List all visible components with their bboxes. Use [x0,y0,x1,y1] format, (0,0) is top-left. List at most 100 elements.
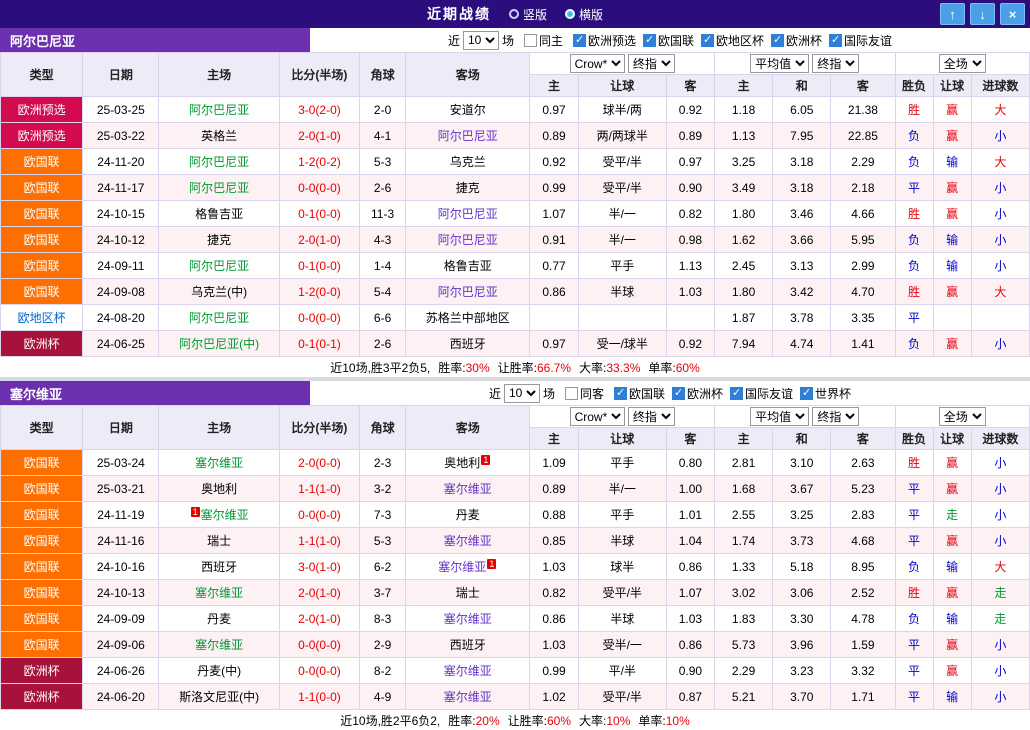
competition-checkbox[interactable] [701,34,714,47]
average-odds-select[interactable]: 平均值 [750,407,809,426]
scope-select[interactable]: 全场 [939,54,986,73]
competition-type: 欧国联 [1,253,83,279]
same-venue-filter[interactable]: 同客 [558,385,604,402]
handicap-away-odds: 0.86 [666,554,714,580]
competition-checkbox[interactable] [800,387,813,400]
avg-home-odds: 1.18 [715,97,773,123]
handicap-home-odds: 0.91 [530,227,578,253]
move-down-button[interactable]: ↓ [970,3,995,25]
score: 2-0(1-0) [279,123,359,149]
result-goals [971,305,1029,331]
scope-select[interactable]: 全场 [939,407,986,426]
red-card-badge: 1 [481,455,490,465]
competition-checkbox[interactable] [771,34,784,47]
competition-filter[interactable]: 国际友谊 [822,32,892,49]
away-team: 安道尔 [406,97,530,123]
competition-filter[interactable]: 欧洲杯 [665,385,723,402]
corner-score: 2-3 [360,450,406,476]
col-euro-home: 主 [715,75,773,97]
away-team-name: 塞尔维亚 [444,690,492,704]
handicap-home-odds: 0.99 [530,175,578,201]
avg-draw-odds: 3.06 [773,580,831,606]
handicap-home-odds: 1.02 [530,684,578,710]
score: 3-0(1-0) [279,554,359,580]
move-up-button[interactable]: ↑ [940,3,965,25]
panel-title: 近期战绩 [427,4,491,24]
competition-filter[interactable]: 欧国联 [607,385,665,402]
away-team-name: 乌克兰 [450,155,486,169]
avg-draw-odds: 3.23 [773,658,831,684]
results-table: 类型 日期 主场 比分(半场) 角球 客场 Crow* 终指 平均值 终指 全场 [0,52,1030,357]
away-team: 西班牙 [406,331,530,357]
handicap-line: 平/半 [578,658,666,684]
competition-checkbox[interactable] [829,34,842,47]
avg-home-odds: 3.02 [715,580,773,606]
competition-checkbox[interactable] [730,387,743,400]
handicap-line: 半球 [578,528,666,554]
handicap-line: 球半/两 [578,97,666,123]
layout-radio-horizontal[interactable]: 横版 [565,6,603,23]
result-handicap: 输 [933,149,971,175]
competition-label: 欧洲杯 [786,32,822,49]
summary-stat: 大率:33.3% [579,359,640,376]
odds-stage-select[interactable]: 终指 [628,407,675,426]
odds-stage-select[interactable]: 终指 [628,54,675,73]
result-handicap: 赢 [933,450,971,476]
filter-bar: 近 10 场 同主 欧洲预选欧国联欧地区杯欧洲杯国际友谊 [310,28,1030,52]
recent-count-select[interactable]: 10 [504,384,540,403]
average-odds-select[interactable]: 平均值 [750,54,809,73]
summary-stat-value: 33.3% [606,361,640,375]
avg-away-odds: 2.29 [831,149,895,175]
match-row: 欧国联24-09-11阿尔巴尼亚0-1(0-0)1-4格鲁吉亚0.77平手1.1… [1,253,1030,279]
col-asian-away: 客 [666,75,714,97]
same-venue-checkbox[interactable] [565,387,578,400]
competition-checkbox[interactable] [643,34,656,47]
competition-type: 欧洲杯 [1,658,83,684]
recent-count-select[interactable]: 10 [463,31,499,50]
competition-filter[interactable]: 欧洲预选 [566,32,636,49]
competition-filter[interactable]: 国际友谊 [723,385,793,402]
competition-checkbox[interactable] [672,387,685,400]
result-goals: 小 [971,450,1029,476]
handicap-line: 受平/半 [578,684,666,710]
same-venue-checkbox[interactable] [524,34,537,47]
competition-filter[interactable]: 欧地区杯 [694,32,764,49]
competition-checkbox[interactable] [614,387,627,400]
avg-away-odds: 1.41 [831,331,895,357]
competition-checkbox[interactable] [573,34,586,47]
competition-label: 欧国联 [629,385,665,402]
corner-score: 4-1 [360,123,406,149]
competition-filter[interactable]: 欧国联 [636,32,694,49]
summary-stat: 大率:10% [579,712,630,729]
away-team-name: 瑞士 [456,586,480,600]
home-team: 格鲁吉亚 [159,201,279,227]
result-handicap: 赢 [933,331,971,357]
same-venue-filter[interactable]: 同主 [517,32,563,49]
summary-stat-label: 让胜率: [498,361,537,375]
home-team: 丹麦 [159,606,279,632]
odds-provider-select[interactable]: Crow* [570,407,625,426]
result-wdl: 负 [895,149,933,175]
handicap-line: 球半 [578,554,666,580]
result-wdl: 平 [895,528,933,554]
layout-radio-vertical[interactable]: 竖版 [509,6,547,23]
result-wdl: 平 [895,658,933,684]
average-stage-select[interactable]: 终指 [812,54,859,73]
result-handicap: 输 [933,684,971,710]
col-score: 比分(半场) [279,406,359,450]
result-wdl: 负 [895,227,933,253]
competition-filter[interactable]: 世界杯 [793,385,851,402]
average-stage-select[interactable]: 终指 [812,407,859,426]
avg-away-odds: 2.83 [831,502,895,528]
result-wdl: 胜 [895,97,933,123]
competition-label: 欧国联 [658,32,694,49]
avg-away-odds: 8.95 [831,554,895,580]
odds-provider-select[interactable]: Crow* [570,54,625,73]
match-date: 24-09-11 [83,253,159,279]
home-team: 英格兰 [159,123,279,149]
competition-filter[interactable]: 欧洲杯 [764,32,822,49]
result-handicap: 输 [933,253,971,279]
handicap-line: 半球 [578,279,666,305]
close-button[interactable]: × [1000,3,1025,25]
away-team-name: 塞尔维亚 [444,482,492,496]
